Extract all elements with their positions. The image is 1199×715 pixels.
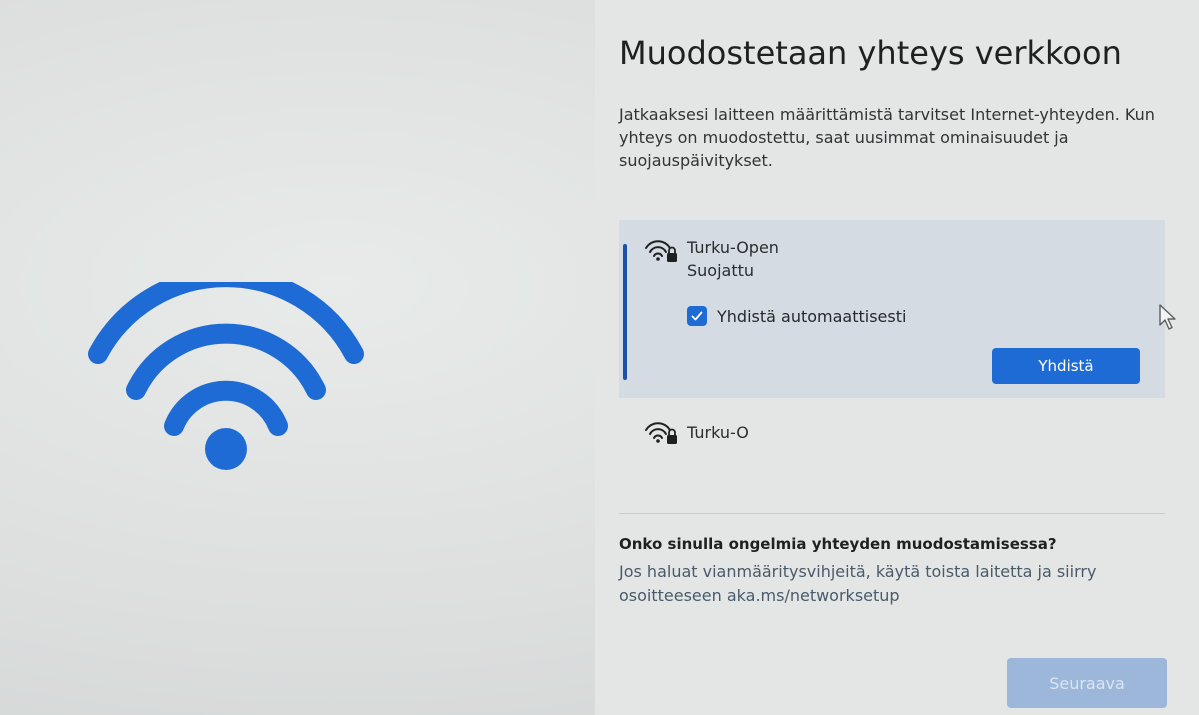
network-status: Suojattu [687,261,755,280]
content-pane: Muodostetaan yhteys verkkoon Jatkaaksesi… [595,0,1199,715]
help-text: Jos haluat vianmääritysvihjeitä, käytä t… [619,562,1097,605]
next-button: Seuraava [1007,658,1167,708]
auto-connect-checkbox[interactable]: Yhdistä automaattisesti [687,304,906,328]
auto-connect-label: Yhdistä automaattisesti [717,306,907,326]
illustration-pane [0,0,595,715]
connect-button[interactable]: Yhdistä [992,348,1140,384]
network-item[interactable]: Turku-O [619,410,1165,456]
wifi-secured-icon [645,422,677,444]
wifi-secured-icon [645,240,677,262]
wifi-illustration-icon [88,282,364,470]
checkbox-checked-icon[interactable] [687,306,707,326]
network-list: Turku-Open Suojattu Yhdistä automaattise… [619,220,1165,480]
divider [619,513,1165,514]
page-description: Jatkaaksesi laitteen määrittämistä tarvi… [619,105,1155,170]
setup-screen: Muodostetaan yhteys verkkoon Jatkaaksesi… [0,0,1199,715]
network-name: Turku-Open [687,238,779,257]
network-item-selected[interactable]: Turku-Open Suojattu Yhdistä automaattise… [619,220,1165,398]
page-title: Muodostetaan yhteys verkkoon [619,34,1122,72]
selection-indicator [623,244,627,380]
network-name: Turku-O [687,423,749,442]
checkmark-icon [691,311,703,321]
mouse-cursor-icon [1159,304,1176,330]
help-title: Onko sinulla ongelmia yhteyden muodostam… [619,535,1057,553]
